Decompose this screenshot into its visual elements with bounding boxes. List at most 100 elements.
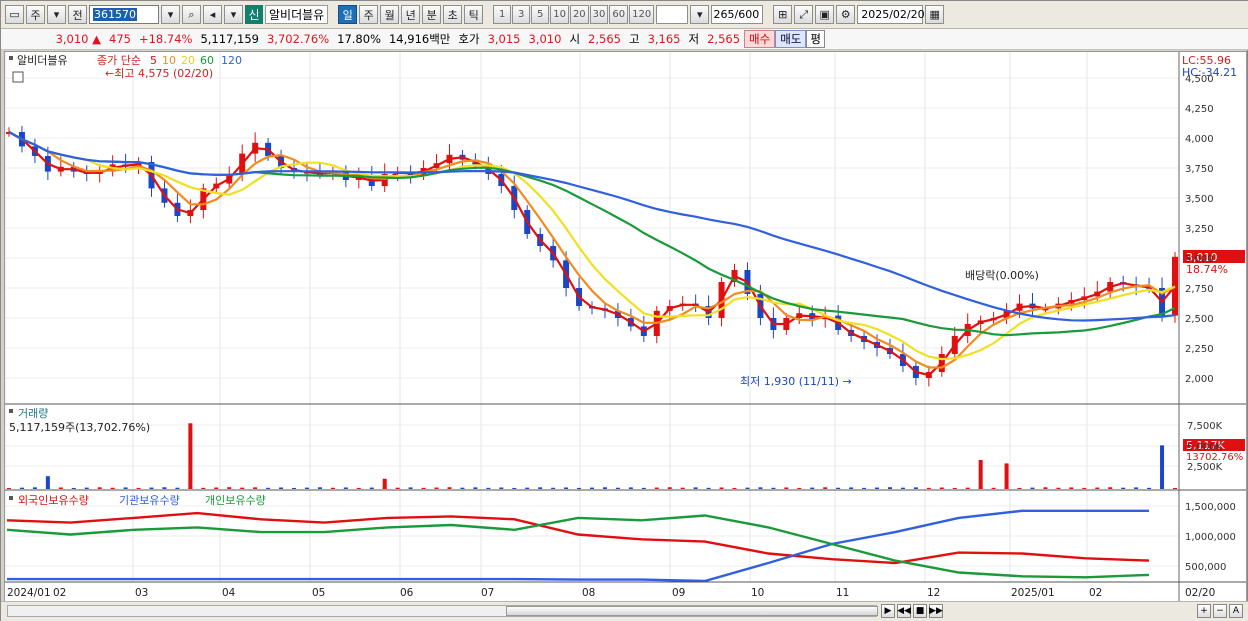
stock-name: 알비더블유 bbox=[265, 5, 329, 24]
top-toolbar: ▭ 주 ▾ 전 361570 ▾ ⌕ ◂ ▾ 신 알비더블유 일주월년분초틱 1… bbox=[1, 1, 1248, 29]
volume-bar bbox=[460, 487, 465, 489]
tab-period-2[interactable]: 월 bbox=[380, 5, 400, 24]
interval-1[interactable]: 1 bbox=[493, 5, 512, 24]
tab-period-6[interactable]: 틱 bbox=[464, 5, 484, 24]
interval-3[interactable]: 3 bbox=[512, 5, 531, 24]
interval-60[interactable]: 60 bbox=[609, 5, 629, 24]
tab-period-3[interactable]: 년 bbox=[401, 5, 421, 24]
calendar-icon[interactable]: ▦ bbox=[925, 5, 945, 24]
volume-bar bbox=[421, 487, 426, 489]
interval-input[interactable] bbox=[656, 5, 689, 24]
volume-bar bbox=[214, 487, 219, 489]
tab-period-1[interactable]: 주 bbox=[359, 5, 379, 24]
volume-bar bbox=[628, 487, 633, 489]
interval-20[interactable]: 20 bbox=[569, 5, 589, 24]
volume-bar bbox=[1043, 487, 1048, 489]
holding-line-institution bbox=[7, 509, 1149, 583]
chevron-down-icon[interactable]: ▾ bbox=[690, 5, 710, 24]
volume-bar bbox=[823, 487, 828, 489]
rewind-icon[interactable]: ◀◀ bbox=[897, 604, 911, 618]
speaker-icon[interactable]: ◂ bbox=[203, 5, 222, 24]
volume-bar bbox=[525, 487, 530, 489]
x-tick: 08 bbox=[582, 587, 595, 599]
sell-button[interactable]: 매도 bbox=[775, 30, 807, 48]
volume-bar bbox=[1108, 487, 1113, 489]
gear-icon[interactable]: ⚙ bbox=[836, 5, 856, 24]
zoom-in-icon[interactable]: + bbox=[1197, 604, 1211, 618]
zoom-out-icon[interactable]: − bbox=[1213, 604, 1227, 618]
stop-icon[interactable]: ■ bbox=[913, 604, 927, 618]
quote-bar: 3,010 ▲ 475 +18.74% 5,117,159 3,702.76% … bbox=[1, 29, 1248, 50]
volume-bar bbox=[745, 487, 750, 489]
volume-bar bbox=[1082, 487, 1087, 489]
volume-bar bbox=[1056, 487, 1061, 489]
buy-button[interactable]: 매수 bbox=[744, 30, 776, 48]
volume-bar bbox=[279, 487, 284, 489]
volume-bar bbox=[162, 487, 167, 489]
search-icon[interactable]: ⌕ bbox=[182, 5, 201, 24]
volume-bar bbox=[499, 487, 504, 489]
volume-bar bbox=[577, 487, 582, 489]
volume-bar bbox=[875, 487, 880, 489]
x-tick: 2025/01 bbox=[1011, 587, 1055, 599]
code-dropdown-icon[interactable]: ▾ bbox=[161, 5, 180, 24]
interval-120[interactable]: 120 bbox=[629, 5, 655, 24]
volume-bar bbox=[965, 487, 970, 489]
volume-spike bbox=[1160, 445, 1165, 489]
chevron-down-icon[interactable]: ▾ bbox=[47, 5, 66, 24]
scrollbar[interactable] bbox=[7, 605, 878, 617]
holding-line-individual bbox=[6, 514, 1150, 579]
table-icon[interactable] bbox=[12, 71, 24, 83]
volume-bar bbox=[330, 487, 335, 489]
volume-bar bbox=[991, 487, 996, 489]
tab-period-0[interactable]: 일 bbox=[338, 5, 358, 24]
x-tick: 2024/01 bbox=[7, 587, 51, 599]
count-input[interactable]: 265/600 bbox=[711, 5, 764, 24]
volume-bar bbox=[317, 487, 322, 489]
play-icon[interactable]: ▶ bbox=[881, 604, 895, 618]
x-tick: 04 bbox=[222, 587, 236, 599]
volume-spike bbox=[45, 476, 50, 489]
volume-bar bbox=[862, 487, 867, 489]
tab-jeon[interactable]: 전 bbox=[68, 5, 87, 24]
volume-bar bbox=[1095, 487, 1100, 489]
tab-ju[interactable]: 주 bbox=[26, 5, 45, 24]
interval-10[interactable]: 10 bbox=[550, 5, 569, 24]
scroll-thumb[interactable] bbox=[506, 606, 878, 616]
forward-icon[interactable]: ▶▶ bbox=[929, 604, 943, 618]
volume-bar bbox=[19, 487, 24, 489]
price-tick: 3,000 bbox=[1185, 254, 1214, 265]
chart-area[interactable]: 알비더블유 종가 단순 5 10 20 60 120 LC:55.96 HC:-… bbox=[4, 51, 1247, 603]
chevron-down-icon[interactable]: ▾ bbox=[224, 5, 243, 24]
line-ma20 bbox=[8, 131, 1176, 361]
save-icon[interactable]: ▣ bbox=[815, 5, 835, 24]
date-input[interactable]: 2025/02/20 bbox=[857, 5, 925, 24]
open-label: 시 bbox=[569, 32, 581, 46]
holding-tick: 1,500,000 bbox=[1185, 502, 1236, 513]
tab-period-5[interactable]: 초 bbox=[443, 5, 463, 24]
trade-amount: 14,916백만 bbox=[388, 32, 451, 46]
avg-button[interactable]: 평 bbox=[806, 30, 825, 48]
volume-bar bbox=[408, 487, 413, 489]
auto-scale-button[interactable]: A bbox=[1229, 604, 1243, 618]
volume-tick: 2,500K bbox=[1187, 462, 1223, 473]
expand-icon[interactable]: ⤢ bbox=[794, 5, 814, 24]
volume-value: 5,117,159 bbox=[200, 32, 259, 46]
low-annotation: 최저 1,930 (11/11) → bbox=[740, 375, 852, 388]
volume-tick: 5,000K bbox=[1187, 442, 1223, 453]
tab-period-4[interactable]: 분 bbox=[422, 5, 442, 24]
volume-bar bbox=[551, 487, 556, 489]
volume-bar bbox=[395, 487, 400, 489]
price-tick: 4,000 bbox=[1185, 134, 1214, 145]
interval-30[interactable]: 30 bbox=[589, 5, 609, 24]
hoga-ask: 3,015 bbox=[487, 32, 521, 46]
volume-bar bbox=[1030, 487, 1035, 489]
interval-5[interactable]: 5 bbox=[531, 5, 550, 24]
grid-icon[interactable]: ⊞ bbox=[773, 5, 793, 24]
stock-code-input[interactable]: 361570 bbox=[89, 5, 159, 24]
window-icon[interactable]: ▭ bbox=[5, 5, 24, 24]
low-value: 2,565 bbox=[707, 32, 741, 46]
x-tick: 06 bbox=[400, 587, 414, 599]
holding-tick: 1,000,000 bbox=[1185, 532, 1236, 543]
chart-svg[interactable]: 알비더블유 종가 단순 5 10 20 60 120 LC:55.96 HC:-… bbox=[4, 52, 1246, 602]
